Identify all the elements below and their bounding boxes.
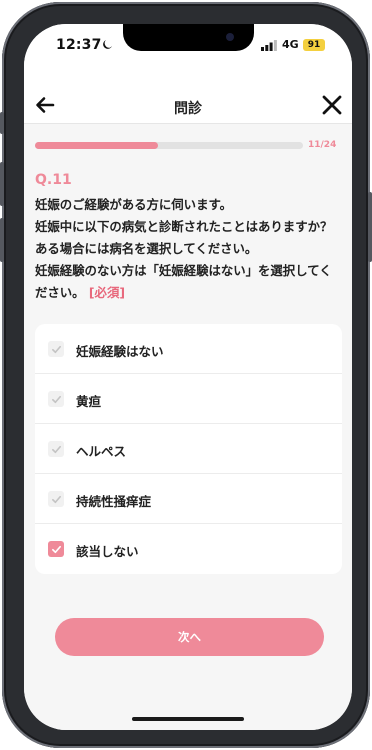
- option-item[interactable]: 持続性掻痒症: [35, 474, 342, 524]
- question-line: ださい。: [35, 285, 85, 300]
- network-type: 4G: [282, 38, 299, 51]
- question-line: 妊娠中に以下の病気と診断されたことはありますか？: [35, 219, 333, 234]
- volume-up-button: [0, 162, 4, 206]
- checkmark-icon: [51, 545, 61, 553]
- question-line: 妊娠のご経験がある方に伺います。: [35, 197, 233, 212]
- checkmark-icon: [51, 395, 61, 403]
- option-label: 持続性掻痒症: [76, 494, 152, 509]
- checkbox-unchecked-icon[interactable]: [48, 341, 64, 357]
- progress-label: 11/24: [308, 140, 337, 150]
- questionnaire-content: 11/24 Q.11 妊娠のご経験がある方に伺います。 妊娠中に以下の病気と診断…: [24, 124, 352, 730]
- checkbox-unchecked-icon[interactable]: [48, 441, 64, 457]
- nav-bar: 問診: [24, 68, 352, 124]
- close-icon[interactable]: [320, 93, 344, 117]
- option-label: 黄疸: [76, 394, 102, 409]
- camera-icon: [226, 33, 234, 41]
- progress-bar: [35, 142, 303, 149]
- option-label: 該当しない: [76, 544, 139, 559]
- moon-icon: [103, 40, 112, 49]
- question-line: 妊娠経験のない方は「妊娠経験はない」を選択してく: [35, 263, 332, 278]
- option-label: 妊娠経験はない: [76, 344, 164, 359]
- checkmark-icon: [51, 345, 61, 353]
- phone-frame: 12:37 4G 91 問診 11/24 Q.11 妊娠のご経験がある方に伺いま…: [0, 2, 372, 748]
- option-item[interactable]: ヘルペス: [35, 424, 342, 474]
- signal-icon: [261, 40, 277, 51]
- option-item[interactable]: 該当しない: [35, 524, 342, 574]
- notch: [123, 24, 254, 51]
- checkbox-checked-icon[interactable]: [48, 541, 64, 557]
- home-indicator[interactable]: [132, 717, 244, 721]
- volume-down-button: [0, 218, 4, 262]
- status-time: 12:37: [56, 37, 102, 53]
- required-tag: [必須]: [88, 285, 125, 300]
- question-line: ある場合には病名を選択してください。: [35, 241, 258, 256]
- option-item[interactable]: 妊娠経験はない: [35, 324, 342, 374]
- checkmark-icon: [51, 445, 61, 453]
- power-button: [368, 192, 372, 262]
- page-title: 問診: [174, 101, 202, 117]
- battery-indicator: 91: [303, 39, 325, 51]
- next-button[interactable]: 次へ: [55, 618, 324, 656]
- checkbox-unchecked-icon[interactable]: [48, 491, 64, 507]
- checkmark-icon: [51, 495, 61, 503]
- mute-switch: [0, 112, 4, 134]
- screen: 12:37 4G 91 問診 11/24 Q.11 妊娠のご経験がある方に伺いま…: [24, 24, 352, 730]
- checkbox-unchecked-icon[interactable]: [48, 391, 64, 407]
- status-bar: 12:37 4G 91: [24, 24, 352, 68]
- option-label: ヘルペス: [76, 444, 127, 459]
- option-list: 妊娠経験はない 黄疸ヘルペス持続性掻痒症 該当しない: [35, 324, 342, 574]
- question-text: 妊娠のご経験がある方に伺います。 妊娠中に以下の病気と診断されたことはありますか…: [35, 194, 345, 304]
- progress-fill: [35, 142, 158, 149]
- option-item[interactable]: 黄疸: [35, 374, 342, 424]
- question-line-last: ださい。 [必須]: [35, 282, 345, 304]
- question-number: Q.11: [35, 172, 72, 188]
